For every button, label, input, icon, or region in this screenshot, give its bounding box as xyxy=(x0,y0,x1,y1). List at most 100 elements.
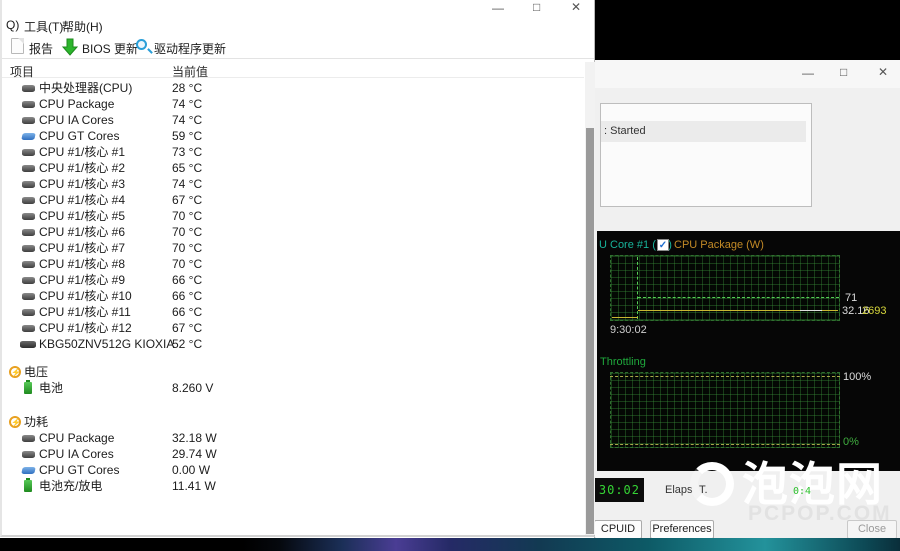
minimize-icon[interactable]: — xyxy=(492,1,504,15)
temperature-list: 中央处理器(CPU) 28 °CCPU Package74 °CCPU IA Co… xyxy=(2,80,584,352)
maximize-icon[interactable]: □ xyxy=(533,0,540,14)
graph1-temp-value-label: 71 xyxy=(845,292,857,304)
table-row[interactable]: CPU #1/核心 #374 °C xyxy=(2,176,584,192)
table-row[interactable]: CPU #1/核心 #870 °C xyxy=(2,256,584,272)
row-value: 67 °C xyxy=(172,320,202,336)
row-value: 65 °C xyxy=(172,160,202,176)
report-button[interactable]: 报告 xyxy=(29,40,53,57)
table-row[interactable]: CPU #1/核心 #770 °C xyxy=(2,240,584,256)
driver-update-button[interactable]: 驱动程序更新 xyxy=(154,40,226,57)
table-row[interactable]: CPU Package32.18 W xyxy=(2,430,584,446)
row-value: 66 °C xyxy=(172,272,202,288)
cpu-package-checkbox[interactable]: ✓ xyxy=(657,239,669,251)
table-row[interactable]: KBG50ZNV512G KIOXIA52 °C xyxy=(2,336,584,352)
cpuid-button[interactable]: CPUID xyxy=(594,520,642,539)
cpu-icon xyxy=(22,261,35,268)
row-value: 70 °C xyxy=(172,256,202,272)
row-label: 中央处理器(CPU) xyxy=(39,80,132,96)
menu-item-help[interactable]: 帮助(H) xyxy=(62,18,103,35)
row-value: 59 °C xyxy=(172,128,202,144)
voltage-power-sections: ⚡电压电池8.260 V ⚡功耗CPU Package32.18 WCPU IA … xyxy=(2,364,584,494)
table-row[interactable]: CPU #1/核心 #670 °C xyxy=(2,224,584,240)
download-arrow-icon xyxy=(61,37,79,57)
graph1-power-line-tip xyxy=(800,310,822,311)
battery-icon xyxy=(24,480,32,492)
elapsed-label-fragment: Elaps xyxy=(665,484,693,496)
row-label: CPU #1/核心 #12 xyxy=(39,320,132,336)
menu-bar: Q) 工具(T) 帮助(H) xyxy=(2,16,594,35)
cpu-icon xyxy=(22,85,35,92)
row-label: CPU GT Cores xyxy=(39,462,119,478)
table-row[interactable]: 中央处理器(CPU) 28 °C xyxy=(2,80,584,96)
close-icon[interactable]: ✕ xyxy=(878,65,888,79)
preferences-button[interactable]: Preferences xyxy=(650,520,714,539)
graph1-legend-package-label: CPU Package (W) xyxy=(674,239,764,251)
table-row[interactable]: CPU #1/核心 #1066 °C xyxy=(2,288,584,304)
row-value: 66 °C xyxy=(172,304,202,320)
table-row[interactable]: CPU GT Cores59 °C xyxy=(2,128,584,144)
desktop-wallpaper-strip xyxy=(0,538,900,551)
graph1-freq-value-label: 2693 xyxy=(862,305,886,317)
graph2-100pct-line xyxy=(610,376,840,377)
close-icon[interactable]: ✕ xyxy=(571,0,581,14)
menu-item-tools[interactable]: 工具(T) xyxy=(24,18,63,35)
gpu-icon xyxy=(21,133,35,140)
row-value: 73 °C xyxy=(172,144,202,160)
table-row[interactable]: 电池充/放电11.41 W xyxy=(2,478,584,494)
hardware-monitor-window: — □ ✕ Q) 工具(T) 帮助(H) 报告 BIOS 更新 驱动程序更新 项… xyxy=(0,0,595,537)
cpu-icon xyxy=(22,245,35,252)
table-row[interactable]: 电池8.260 V xyxy=(2,380,584,396)
graph1-temperature-line xyxy=(638,297,839,298)
row-value: 11.41 W xyxy=(172,478,216,494)
menu-item-truncated[interactable]: Q) xyxy=(6,18,19,32)
cpu-icon xyxy=(22,325,35,332)
table-header: 项目 当前值 xyxy=(2,60,584,78)
graph2-title: Throttling xyxy=(600,356,646,368)
row-value: 70 °C xyxy=(172,224,202,240)
row-value: 28 °C xyxy=(172,80,202,96)
row-label: CPU #1/核心 #7 xyxy=(39,240,125,256)
graph2-plot-area xyxy=(610,372,840,448)
graph1-plot-area xyxy=(610,255,840,321)
graph1-power-line-pre xyxy=(612,317,638,318)
row-label: CPU Package xyxy=(39,430,114,446)
cpu-icon xyxy=(22,117,35,124)
row-value: 0.00 W xyxy=(172,462,210,478)
row-label: CPU IA Cores xyxy=(39,112,114,128)
table-row[interactable]: CPU #1/核心 #173 °C xyxy=(2,144,584,160)
column-header-item[interactable]: 项目 xyxy=(10,63,34,80)
table-row[interactable]: CPU #1/核心 #265 °C xyxy=(2,160,584,176)
table-row[interactable]: CPU #1/核心 #12 67 °C xyxy=(2,320,584,336)
report-icon xyxy=(11,38,24,54)
cpu-icon xyxy=(22,181,35,188)
bios-update-button[interactable]: BIOS 更新 xyxy=(82,40,138,57)
cpu-icon xyxy=(22,435,35,442)
close-button-disabled[interactable]: Close xyxy=(847,520,897,539)
scrollbar-thumb[interactable] xyxy=(586,128,594,534)
lightning-icon: ⚡ xyxy=(9,416,21,428)
graph1-x-axis-time-label: 9:30:02 xyxy=(610,324,647,336)
benchmark-status-text: : Started xyxy=(604,125,646,137)
cpu-icon xyxy=(22,309,35,316)
column-header-value[interactable]: 当前值 xyxy=(172,63,208,80)
table-row[interactable]: CPU Package74 °C xyxy=(2,96,584,112)
row-value: 74 °C xyxy=(172,112,202,128)
lcd-digits-fragment: 0:4 xyxy=(793,486,811,497)
section-gap xyxy=(2,396,584,414)
section-header[interactable]: ⚡功耗 xyxy=(2,414,584,430)
table-row[interactable]: CPU IA Cores29.74 W xyxy=(2,446,584,462)
benchmark-titlebar[interactable] xyxy=(595,60,900,88)
section-header[interactable]: ⚡电压 xyxy=(2,364,584,380)
scrollbar-track[interactable] xyxy=(585,62,595,535)
minimize-icon[interactable]: — xyxy=(802,66,814,80)
table-row[interactable]: CPU #1/核心 #467 °C xyxy=(2,192,584,208)
row-label: CPU #1/核心 #10 xyxy=(39,288,132,304)
maximize-icon[interactable]: □ xyxy=(840,65,847,79)
table-row[interactable]: CPU #1/核心 #1166 °C xyxy=(2,304,584,320)
table-row[interactable]: CPU GT Cores 0.00 W xyxy=(2,462,584,478)
table-row[interactable]: CPU #1/核心 #966 °C xyxy=(2,272,584,288)
table-row[interactable]: CPU #1/核心 #570 °C xyxy=(2,208,584,224)
cpu-icon xyxy=(22,451,35,458)
elapsed-time-lcd: 30:02 xyxy=(592,478,644,502)
table-row[interactable]: CPU IA Cores 74 °C xyxy=(2,112,584,128)
